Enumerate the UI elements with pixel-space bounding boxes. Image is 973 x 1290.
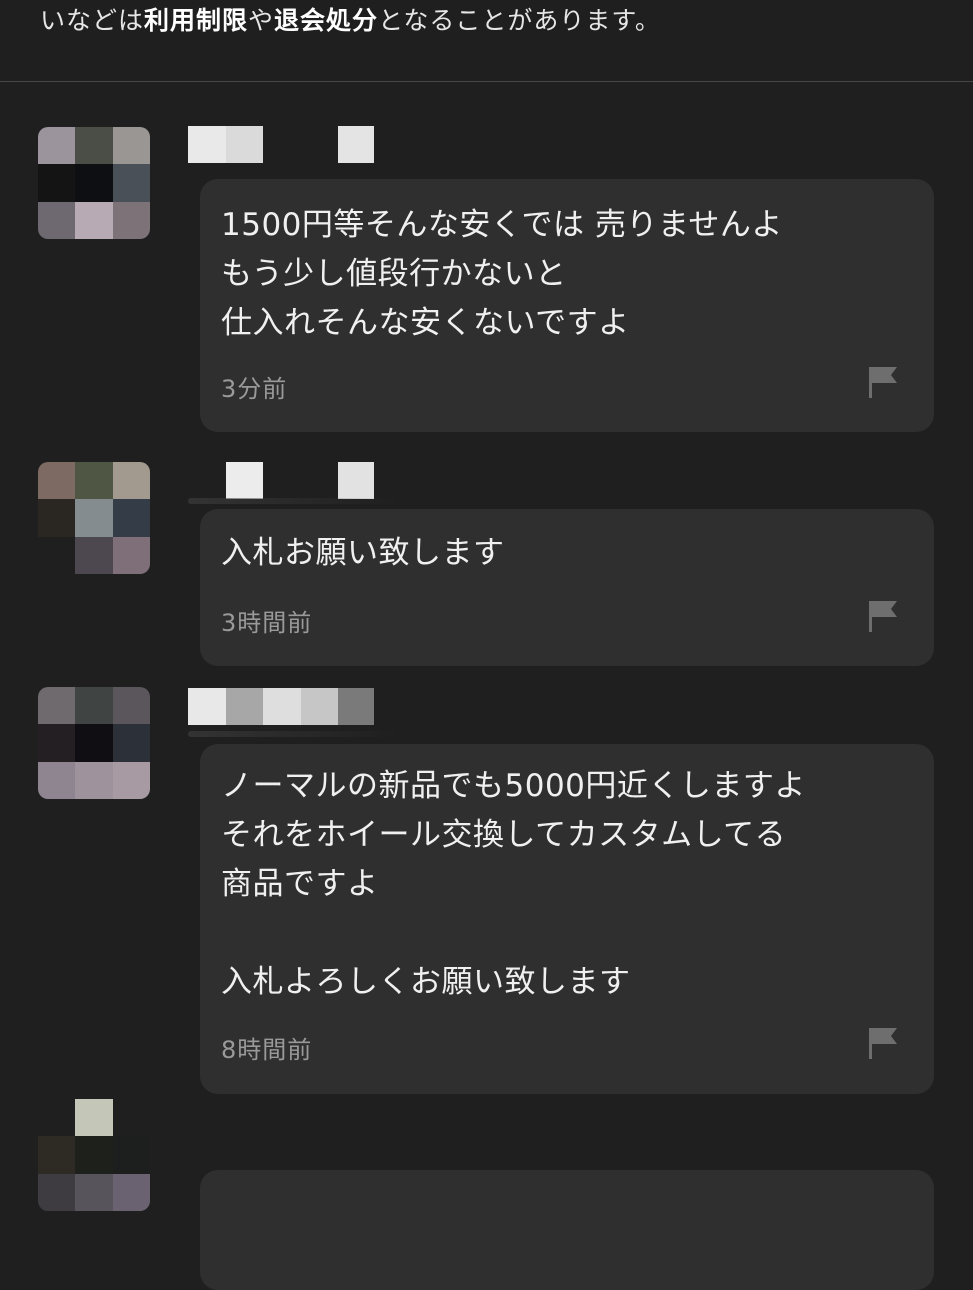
username-mosaic[interactable] [188,126,374,163]
avatar[interactable] [38,127,150,239]
comment-text: 1500円等そんな安くでは 売りませんよ もう少し値段行かないと 仕入れそんな安… [221,207,783,341]
comment-text: ノーマルの新品でも5000円近くしますよ それをホイール交換してカスタムしてる … [221,768,806,1000]
comment-time: 8時間前 [221,1036,313,1064]
comment-bubble: ノーマルの新品でも5000円近くしますよ それをホイール交換してカスタムしてる … [200,744,934,1094]
rules-notice: いなどは利用制限や退会処分となることがあります。 [40,0,940,80]
flag-icon[interactable] [867,599,899,633]
notice-bold-account-termination: 退会処分 [274,6,379,35]
avatar[interactable] [38,1099,150,1211]
username-mosaic[interactable] [188,688,374,725]
comment-bubble: 1500円等そんな安くでは 売りませんよ もう少し値段行かないと 仕入れそんな安… [200,179,934,432]
avatar[interactable] [38,462,150,574]
comment-time: 3分前 [221,375,288,403]
flag-icon[interactable] [867,365,899,399]
avatar[interactable] [38,687,150,799]
notice-text: いなどは利用制限や退会処分となることがあります。 [40,6,661,35]
cut-off-text-line [40,0,920,2]
comment-bubble: 入札お願い致します 3時間前 [200,509,934,666]
comment-time: 3時間前 [221,609,313,637]
notice-bold-usage-restriction: 利用制限 [144,6,249,35]
username-mosaic[interactable] [188,462,374,499]
divider [0,81,973,82]
comment-bubble [200,1170,934,1290]
flag-icon[interactable] [867,1026,899,1060]
comment-text: 入札お願い致します [221,535,505,571]
